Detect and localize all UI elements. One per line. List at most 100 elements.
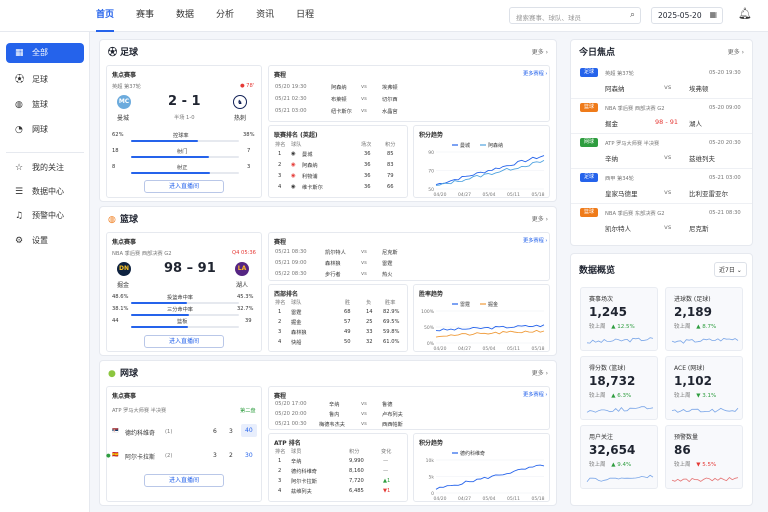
- metric-card[interactable]: 用户关注 32,654 较上周 ▲ 9.4%: [580, 425, 658, 489]
- stat-bar-fill: [131, 314, 190, 316]
- rank: 4: [278, 339, 282, 345]
- x-tick-label: 05/18: [532, 496, 545, 502]
- schedule-away: 尼克斯: [382, 250, 398, 256]
- metric-value: 18,732: [589, 374, 636, 388]
- sidebar-item-data-center[interactable]: ☰ 数据中心: [6, 182, 84, 202]
- standings-label: ATP 排名: [274, 440, 301, 447]
- focus-card: 焦点赛事 ATP 罗马大师赛 半决赛 第二盘 🇷🇸 德约科维奇 (1) 6 3 …: [106, 386, 262, 502]
- trend-line: [435, 155, 545, 186]
- standings-card: 联赛排名 (英超) 排名 球队 场次 积分 1 ◉ 曼城 36 85 2 ◉ 阿森纳 36 83 3 ◉…: [268, 125, 408, 198]
- rank: 4: [278, 488, 282, 494]
- metric-card[interactable]: ACE (网球) 1,102 较上周 ▼ 3.1%: [665, 356, 743, 420]
- more-link[interactable]: 更多 ›: [532, 47, 548, 56]
- live-room-button[interactable]: 进入直播间: [144, 335, 224, 348]
- match-result: vs: [664, 153, 672, 161]
- away-team: 兹维列夫: [689, 155, 715, 163]
- more-link[interactable]: 更多 ›: [532, 368, 548, 377]
- schedule-more-link[interactable]: 更多赛程 ›: [523, 391, 547, 398]
- stat-left: 38.1%: [112, 306, 129, 312]
- x-tick-label: 05/04: [483, 496, 496, 502]
- more-link[interactable]: 更多 ›: [532, 214, 548, 223]
- top-bar: 首页 赛事 数据 分析 资讯 日程 搜索赛事、球队、球员 ⌕ 2025-05-20…: [0, 0, 768, 32]
- focus-item[interactable]: 网球 ATP 罗马大师赛 半决赛 05-20 20:30 辛纳 vs 兹维列夫: [571, 135, 752, 169]
- basketball-icon: ◍: [108, 215, 116, 225]
- col-header: 积分: [349, 449, 360, 455]
- stat-name: 射门: [177, 149, 188, 155]
- nav-analysis[interactable]: 分析: [216, 0, 234, 32]
- sparkline: [586, 337, 654, 344]
- team-name: 曼城: [302, 152, 313, 158]
- stat-right: 3: [247, 164, 251, 170]
- sidebar-item-label: 网球: [32, 125, 48, 134]
- metric-card[interactable]: 赛事场次 1,245 较上周 ▲ 12.5%: [580, 287, 658, 351]
- focus-item[interactable]: 足球 英超 第37轮 05-20 19:30 阿森纳 vs 埃弗顿: [571, 65, 752, 99]
- nav-home[interactable]: 首页: [96, 0, 115, 32]
- sparkline-line: [586, 337, 654, 344]
- match-time: 05-21 03:00: [709, 175, 741, 181]
- set-score: 3: [229, 428, 233, 435]
- stat-bar-fill: [131, 302, 188, 304]
- schedule-label: 赛程: [274, 239, 287, 246]
- bell-icon[interactable]: 🔔︎: [738, 7, 752, 20]
- overview-title: 数据概览: [579, 266, 616, 276]
- lakers-logo: LA: [235, 262, 249, 276]
- sidebar-item-label: 预警中心: [32, 211, 64, 220]
- stat-bar: [131, 172, 239, 174]
- nav-news[interactable]: 资讯: [256, 0, 274, 32]
- focus-item[interactable]: 篮球 NBA 季后赛 西部决赛 G2 05-20 09:00 掘金 98 - 91 湖人: [571, 100, 752, 134]
- sidebar-item-favorites[interactable]: ☆ 我的关注: [6, 158, 84, 178]
- stat-right: 7: [247, 148, 251, 154]
- sparkline: [671, 338, 739, 344]
- team-name: 森林狼: [291, 330, 307, 336]
- player-seed: (2): [165, 453, 173, 459]
- metric-card[interactable]: 预警数量 86 较上周 ▼ 5.5%: [665, 425, 743, 489]
- sidebar-item-football[interactable]: ⚽︎ 足球: [6, 70, 84, 90]
- col-header: 负: [366, 300, 372, 306]
- schedule-more-link[interactable]: 更多赛程 ›: [523, 70, 547, 77]
- bell-icon: ♫: [15, 211, 24, 221]
- live-room-button[interactable]: 进入直播间: [144, 474, 224, 487]
- y-tick-label: 100%: [421, 309, 435, 315]
- metric-value: 2,189: [674, 305, 712, 319]
- sidebar-item-tennis[interactable]: ◔ 网球: [6, 120, 84, 140]
- sidebar-item-all[interactable]: ▦ 全部: [6, 43, 84, 63]
- more-link[interactable]: 更多 ›: [728, 47, 744, 56]
- schedule-home: 纽卡斯尔: [331, 109, 352, 115]
- match-score: 98 – 91: [164, 261, 216, 276]
- live-room-button[interactable]: 进入直播间: [144, 180, 224, 193]
- search-icon[interactable]: ⌕: [630, 10, 635, 20]
- points: 79: [387, 173, 394, 179]
- sidebar-item-alerts[interactable]: ♫ 预警中心: [6, 206, 84, 226]
- metric-card[interactable]: 进球数 (足球) 2,189 较上周 ▲ 8.7%: [665, 287, 743, 351]
- stat-bar: [131, 302, 239, 304]
- date-picker[interactable]: 2025-05-20 ▦: [651, 7, 723, 24]
- period-select[interactable]: 近7日 ⌄: [714, 262, 747, 277]
- search-input[interactable]: 搜索赛事、球队、球员 ⌕: [509, 7, 641, 24]
- focus-item[interactable]: 篮球 NBA 季后赛 东部决赛 G2 05-21 08:30 凯尔特人 vs 尼克斯: [571, 205, 752, 239]
- nav-data[interactable]: 数据: [176, 0, 194, 32]
- team-name: 掘金: [291, 320, 302, 326]
- focus-label: 焦点赛事: [112, 72, 137, 79]
- player-name: 德约科维奇: [291, 469, 317, 475]
- stat-right: 32.7%: [237, 306, 254, 312]
- stat-left: 44: [112, 318, 119, 324]
- nav-schedule[interactable]: 日程: [296, 0, 314, 32]
- sidebar-item-label: 我的关注: [32, 163, 64, 172]
- half-score: 半场 1-0: [174, 115, 195, 121]
- metric-compare: 较上周 ▲ 12.5%: [589, 324, 635, 330]
- schedule-more-link[interactable]: 更多赛程 ›: [523, 237, 547, 244]
- win-rate: 82.9%: [383, 309, 400, 315]
- y-tick-label: 50%: [424, 325, 435, 331]
- schedule-vs: vs: [361, 411, 367, 417]
- nav-events[interactable]: 赛事: [136, 0, 154, 32]
- sidebar-item-settings[interactable]: ⚙ 设置: [6, 231, 84, 251]
- standings-card: 西部排名 排名 球队胜负胜率 1 雷霆 68 14 82.9% 2 掘金 57 25 69.5% …: [268, 284, 408, 352]
- metric-card[interactable]: 得分数 (篮球) 18,732 较上周 ▲ 6.3%: [580, 356, 658, 420]
- sparkline-line: [586, 406, 654, 413]
- focus-item[interactable]: 足球 西甲 第34轮 05-21 03:00 皇家马德里 vs 比利亚雷亚尔: [571, 170, 752, 204]
- football-icon: ⚽︎: [15, 75, 25, 85]
- col-header: 球员: [291, 449, 302, 455]
- sidebar-item-basketball[interactable]: ◍ 篮球: [6, 95, 84, 115]
- home-team: 掘金: [117, 282, 130, 289]
- stat-bar-fill: [131, 172, 210, 174]
